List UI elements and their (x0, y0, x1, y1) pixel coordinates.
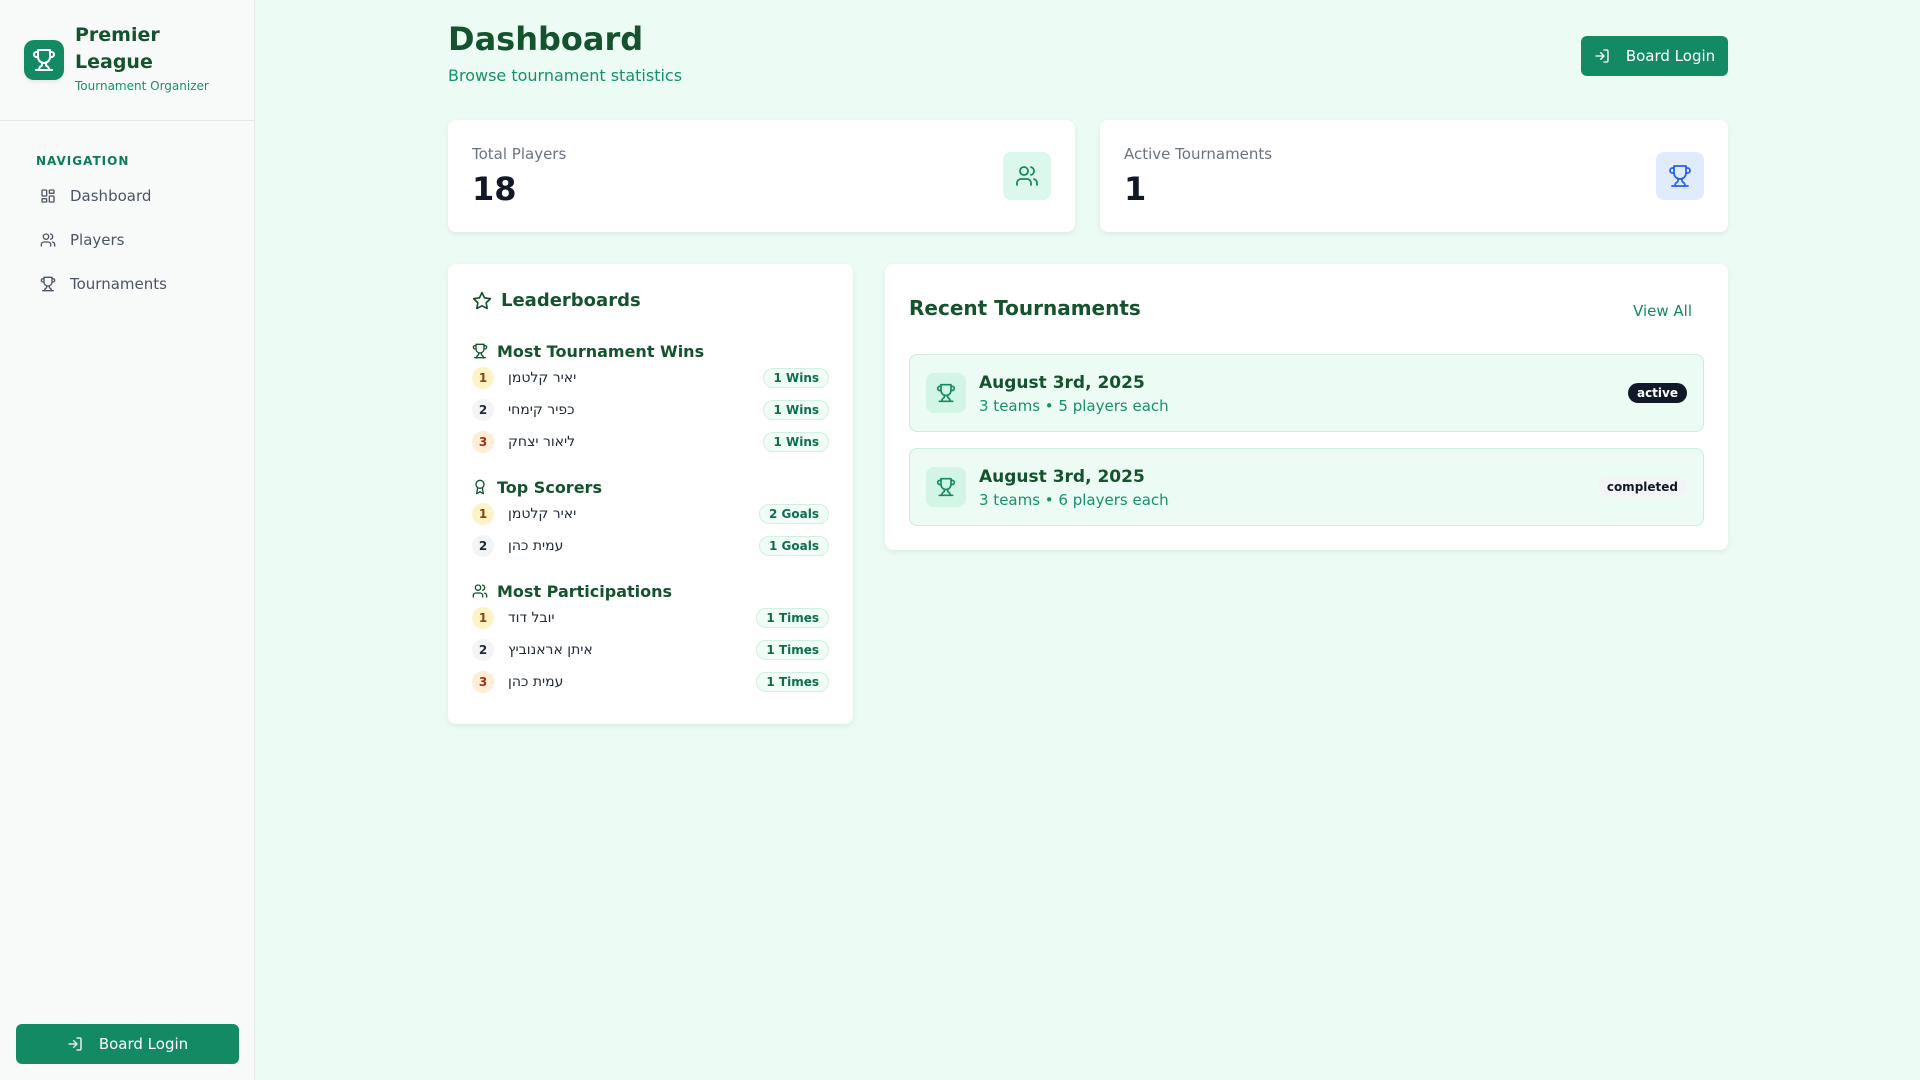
page-title: Dashboard (448, 20, 644, 58)
brand-title: Premier League (75, 24, 160, 73)
section-title-text: Most Tournament Wins (497, 341, 705, 361)
stat-pill: 1 Times (756, 672, 829, 692)
rank-badge: 1 (472, 367, 494, 389)
brand: Premier League Tournament Organizer (0, 0, 254, 121)
stat-label: Active Tournaments (1124, 145, 1273, 163)
sidebar-board-login-button[interactable]: Board Login (16, 1024, 239, 1064)
trophy-icon (926, 467, 966, 507)
leaderboards-title: Leaderboards (472, 290, 641, 311)
leaderboard-row: 2 עמית כהן 1 Goals (472, 530, 829, 562)
trophy-icon (24, 40, 64, 80)
leaderboard-most-participations: Most Participations 1 יובל דוד 1 Times 2… (472, 580, 829, 698)
sidebar-item-tournaments[interactable]: Tournaments (28, 264, 238, 304)
tournament-date: August 3rd, 2025 (979, 373, 1145, 393)
trophy-icon (472, 343, 488, 359)
rank-badge: 2 (472, 535, 494, 557)
stat-pill: 1 Wins (763, 400, 829, 420)
section-title-text: Most Participations (497, 581, 673, 601)
player-name: איתן אראנוביץ (508, 642, 593, 658)
section-title: Most Participations (472, 580, 829, 602)
users-icon (472, 583, 488, 599)
leaderboard-row: 1 יאיר קלטמן 1 Wins (472, 362, 829, 394)
header-board-login-button[interactable]: Board Login (1581, 36, 1728, 76)
rank-badge: 3 (472, 431, 494, 453)
recent-tournaments-card: Recent Tournaments View All August 3rd, … (885, 264, 1728, 550)
leaderboard-row: 3 עמית כהן 1 Times (472, 666, 829, 698)
tournament-item[interactable]: August 3rd, 2025 3 teams • 5 players eac… (909, 354, 1704, 432)
player-name: עמית כהן (508, 538, 564, 554)
trophy-icon (1656, 152, 1704, 200)
leaderboard-row: 3 ליאור יצחק 1 Wins (472, 426, 829, 458)
users-icon (40, 231, 58, 249)
brand-subtitle: Tournament Organizer (75, 79, 209, 93)
leaderboard-row: 1 יובל דוד 1 Times (472, 602, 829, 634)
stat-pill: 1 Times (756, 608, 829, 628)
header-board-login-label: Board Login (1625, 47, 1716, 65)
login-icon (67, 1036, 83, 1052)
sidebar-board-login-label: Board Login (98, 1035, 189, 1053)
leaderboard-row: 2 איתן אראנוביץ 1 Times (472, 634, 829, 666)
stat-pill: 1 Wins (763, 432, 829, 452)
sidebar-item-label: Dashboard (70, 187, 152, 205)
login-icon (1594, 48, 1610, 64)
stat-pill: 2 Goals (759, 504, 829, 524)
player-name: יובל דוד (508, 610, 555, 626)
status-badge: active (1627, 383, 1687, 403)
award-icon (472, 479, 488, 495)
stat-pill: 1 Times (756, 640, 829, 660)
rank-badge: 2 (472, 399, 494, 421)
trophy-icon (926, 373, 966, 413)
sidebar-item-label: Players (70, 231, 125, 249)
player-name: עמית כהן (508, 674, 564, 690)
rank-badge: 2 (472, 639, 494, 661)
status-badge: completed (1597, 477, 1687, 497)
tournament-meta: 3 teams • 6 players each (979, 491, 1169, 509)
player-name: כפיר קימחי (508, 402, 575, 418)
sidebar-nav: Dashboard Players Tournaments (28, 176, 238, 308)
player-name: ליאור יצחק (508, 434, 576, 450)
stat-pill: 1 Goals (759, 536, 829, 556)
sidebar-item-dashboard[interactable]: Dashboard (28, 176, 238, 216)
grid-icon (40, 187, 58, 205)
sidebar: Premier League Tournament Organizer NAVI… (0, 0, 255, 1080)
view-all-link[interactable]: View All (1633, 302, 1692, 320)
tournament-date: August 3rd, 2025 (979, 467, 1145, 487)
leaderboard-most-wins: Most Tournament Wins 1 יאיר קלטמן 1 Wins… (472, 340, 829, 458)
rank-badge: 3 (472, 671, 494, 693)
sidebar-item-players[interactable]: Players (28, 220, 238, 260)
player-name: יאיר קלטמן (508, 506, 577, 522)
section-title: Most Tournament Wins (472, 340, 829, 362)
page-subtitle: Browse tournament statistics (448, 66, 683, 85)
leaderboard-row: 2 כפיר קימחי 1 Wins (472, 394, 829, 426)
player-name: יאיר קלטמן (508, 370, 577, 386)
sidebar-item-label: Tournaments (70, 275, 167, 293)
recent-tournaments-title: Recent Tournaments (909, 296, 1141, 320)
section-title-text: Top Scorers (497, 477, 602, 497)
stat-pill: 1 Wins (763, 368, 829, 388)
stat-card-total-players: Total Players 18 (448, 120, 1075, 232)
tournament-meta: 3 teams • 5 players each (979, 397, 1169, 415)
nav-heading: NAVIGATION (36, 154, 130, 168)
stat-label: Total Players (472, 145, 567, 163)
stat-card-active-tournaments: Active Tournaments 1 (1100, 120, 1728, 232)
leaderboard-row: 1 יאיר קלטמן 2 Goals (472, 498, 829, 530)
tournament-item[interactable]: August 3rd, 2025 3 teams • 6 players eac… (909, 448, 1704, 526)
stat-value: 1 (1124, 170, 1147, 208)
stat-value: 18 (472, 170, 517, 208)
leaderboards-card: Leaderboards Most Tournament Wins 1 יאיר… (448, 264, 853, 724)
rank-badge: 1 (472, 607, 494, 629)
section-title: Top Scorers (472, 476, 829, 498)
leaderboards-title-text: Leaderboards (501, 290, 641, 311)
users-icon (1003, 152, 1051, 200)
leaderboard-top-scorers: Top Scorers 1 יאיר קלטמן 2 Goals 2 עמית … (472, 476, 829, 562)
trophy-icon (40, 275, 58, 293)
rank-badge: 1 (472, 503, 494, 525)
star-icon (472, 291, 492, 311)
